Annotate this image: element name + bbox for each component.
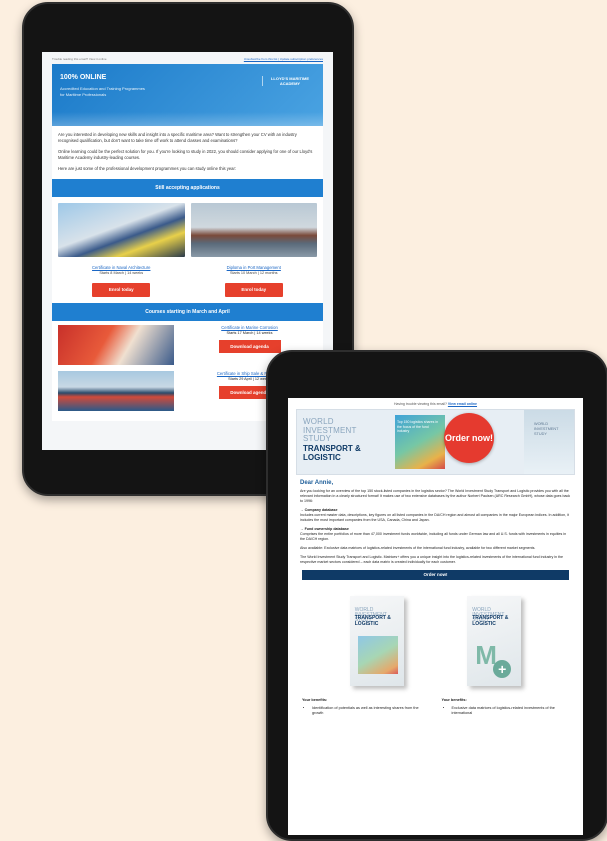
- preheader-text: Trouble reading this email? View it onli…: [52, 57, 107, 61]
- preheader-text: Having trouble viewing this email?: [393, 402, 447, 406]
- course-title[interactable]: Certificate in Naval Architecture: [58, 265, 185, 270]
- benefits-column: Your benefits: Exclusive data matrices o…: [442, 698, 570, 716]
- section-text: Comprises the entire portfolios of more …: [300, 532, 567, 541]
- benefits: Your benefits: Identification of potenti…: [288, 686, 583, 716]
- course-title[interactable]: Diploma in Port Management: [191, 265, 318, 270]
- hero-title: 100% ONLINE: [60, 74, 107, 81]
- plus-icon: +: [493, 660, 512, 678]
- benefits-heading: Your benefits:: [302, 698, 328, 702]
- course-meta: Starts 17 March | 14 weeks: [226, 331, 273, 335]
- hero-banner: 100% ONLINE Accredited Education and Tra…: [52, 64, 323, 126]
- preheader: Trouble reading this email? View it onli…: [42, 52, 333, 64]
- hero-subtitle: Accredited Education and Training Progra…: [60, 86, 145, 97]
- banner-mid-text: Top 150 logistics shares in the focus of…: [397, 420, 439, 433]
- order-now-badge[interactable]: Order now!: [444, 413, 494, 463]
- greeting: Dear Annie,: [300, 480, 334, 486]
- order-now-button[interactable]: Order now!: [302, 570, 569, 580]
- tablet-right: Having trouble viewing this email? View …: [266, 350, 607, 841]
- engineers-photo: [58, 203, 185, 257]
- cover-artwork: [357, 636, 398, 674]
- benefits-heading: Your benefits:: [441, 698, 467, 702]
- section-text: Includes current master data, descriptio…: [300, 513, 569, 522]
- study-banner[interactable]: WORLD INVESTMENT STUDY TRANSPORT & LOGIS…: [296, 409, 575, 475]
- email-body: Dear Annie, Are you looking for an overv…: [288, 475, 583, 565]
- course-card: Certificate in Naval Architecture Starts…: [58, 203, 185, 297]
- benefit-item: Exclusive data matrices of logistics-rel…: [452, 706, 570, 716]
- intro-paragraph: Here are just some of the professional d…: [58, 166, 237, 171]
- benefits-column: Your benefits: Identification of potenti…: [302, 698, 430, 716]
- view-online-link[interactable]: View email online: [448, 402, 477, 406]
- course-cards: Certificate in Naval Architecture Starts…: [52, 197, 323, 303]
- banner-title-bold: TRANSPORT & LOGISTIC: [303, 444, 361, 462]
- intro-paragraph: Are you interested in developing new ski…: [58, 132, 297, 143]
- body-paragraph: Are you looking for an overview of the t…: [300, 489, 571, 503]
- intro-paragraph: Online learning could be the perfect sol…: [58, 149, 313, 160]
- section-band-applications: Still accepting applications: [52, 179, 323, 197]
- section-band-march-april: Courses starting in March and April: [52, 303, 323, 321]
- cargo-ship-photo: [58, 371, 174, 411]
- ship-hull-photo: [58, 325, 174, 365]
- tablet-right-screen: Having trouble viewing this email? View …: [288, 398, 583, 835]
- hero-skyline: [52, 112, 323, 126]
- product-covers: WORLD INVESTMENT STUDY TRANSPORT & LOGIS…: [288, 596, 583, 686]
- academy-logo: LLOYD'S MARITIME ACADEMY: [262, 76, 313, 86]
- course-title[interactable]: Certificate in Marine Corrosion: [182, 325, 317, 330]
- intro-text: Are you interested in developing new ski…: [52, 126, 323, 179]
- course-meta: Starts 8 March | 14 weeks: [99, 271, 144, 275]
- banner-title-light: WORLD INVESTMENT STUDY: [303, 417, 357, 443]
- benefit-item: Identification of potentials as well as …: [312, 706, 430, 716]
- course-card: Diploma in Port Management Starts 10 Mar…: [190, 203, 318, 297]
- enrol-button[interactable]: Enrol today: [92, 283, 151, 297]
- download-agenda-button[interactable]: Download agenda: [218, 340, 281, 353]
- course-meta: Starts 10 March | 12 months: [229, 271, 278, 275]
- body-paragraph: The World Investment Study Transport and…: [300, 555, 564, 564]
- preheader: Having trouble viewing this email? View …: [288, 398, 583, 409]
- cover-title-bold: TRANSPORT & LOGISTIC: [354, 615, 391, 627]
- enrol-button[interactable]: Enrol today: [224, 283, 283, 297]
- port-photo: [190, 203, 317, 257]
- banner-book-cover: [524, 410, 574, 474]
- preheader-link[interactable]: Unsubscribe from this list | Update subs…: [244, 57, 323, 61]
- cover-title-bold: TRANSPORT & LOGISTIC: [472, 615, 509, 627]
- product-cover-matrices[interactable]: WORLD INVESTMENT STUDY TRANSPORT & LOGIS…: [467, 596, 522, 686]
- banner-right-text: WORLD INVESTMENT STUDY: [534, 422, 559, 436]
- body-paragraph: Also available: Exclusive data matrices …: [300, 546, 536, 550]
- product-cover-study[interactable]: WORLD INVESTMENT STUDY TRANSPORT & LOGIS…: [349, 596, 404, 686]
